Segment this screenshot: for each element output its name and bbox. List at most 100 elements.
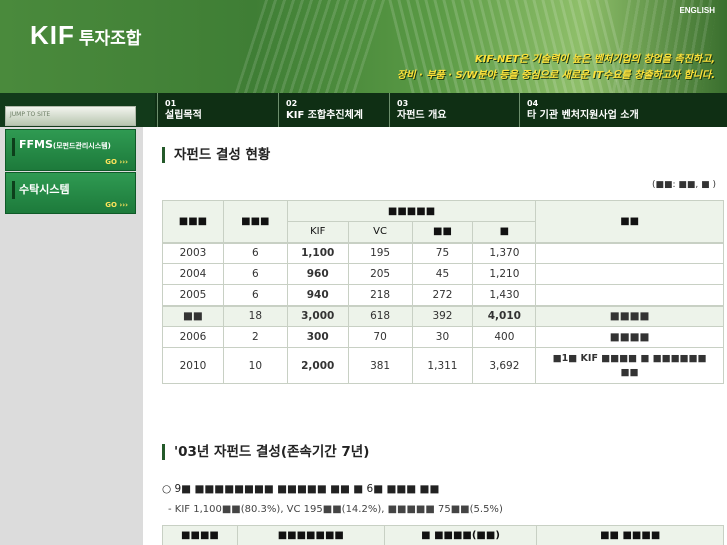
cell-vc: 70 (347, 326, 413, 348)
table-row: 2006 2 300 70 30 400 ■■■■ (162, 326, 724, 348)
fund-status-table: ■■■ ■■■ ■■■■■ ■■ KIF VC ■■ ■ 2003 6 1,10… (162, 200, 724, 384)
table-row: 2004 6 960 205 45 1,210 (162, 263, 724, 285)
cell-col4: 4,010 (472, 304, 537, 327)
nav-label: 설립목적 (165, 110, 202, 121)
cell-kif: 940 (286, 284, 349, 306)
go-arrow: GO ››› (105, 201, 128, 209)
cell-col4: 1,210 (472, 263, 537, 285)
fund-2003-table: ■■■■ ■■■■■■■ ■ ■■■■(■■) ■■ ■■■■ (162, 525, 724, 545)
header-count: ■■■ (222, 200, 288, 243)
cell-note: ■■■■ (535, 326, 724, 348)
cell-col3: 1,311 (411, 347, 474, 384)
cell-count: 2 (222, 326, 288, 348)
cell-kif: 2,000 (286, 347, 349, 384)
cell-col3: 272 (411, 284, 474, 306)
cell-col4: 3,692 (472, 347, 537, 384)
header-col4: ■ (472, 221, 537, 243)
header-note: ■■ (535, 200, 724, 243)
button-accent (12, 181, 15, 199)
site-logo[interactable]: KIF 투자조합 (30, 20, 141, 51)
cell-vc: 195 (347, 241, 413, 264)
trust-system-title: 수탁시스템 (19, 183, 70, 196)
top-banner: KIF 투자조합 ENGLISH KIF-NET은 기술력이 높은 벤처기업의 창… (0, 0, 727, 93)
cell-note: ■1■ KIF ■■■■ ■ ■■■■■■ ■■ (535, 347, 724, 384)
slogan-line-1: KIF-NET은 기술력이 높은 벤처기업의 창업을 촉진하고, (475, 54, 715, 65)
cell-col3: 392 (411, 304, 474, 327)
button-accent (12, 138, 15, 156)
nav-item-structure[interactable]: 02 KIF 조합추진체계 (278, 93, 389, 127)
section-title-status: 자펀드 결성 현황 (162, 147, 270, 163)
header-kif: KIF (286, 221, 349, 243)
cell-count: 6 (222, 284, 288, 306)
header-col-2: ■■■■■■■ (236, 525, 385, 545)
nav-item-purpose[interactable]: 01 설립목적 (157, 93, 278, 127)
logo-mark: KIF (30, 20, 75, 50)
cell-kif: 1,100 (286, 241, 349, 264)
cell-kif: 300 (286, 326, 349, 348)
cell-col4: 1,430 (472, 284, 537, 306)
cell-note (535, 284, 724, 306)
header-year: ■■■ (162, 200, 224, 243)
ffms-subtitle: (모펀드관리시스템) (52, 142, 111, 150)
paragraph-breakdown: - KIF 1,100■■(80.3%), VC 195■■(14.2%), ■… (168, 504, 503, 515)
table-row-total: ■■ 18 3,000 618 392 4,010 ■■■■ (162, 304, 724, 327)
cell-vc: 218 (347, 284, 413, 306)
nav-item-other-programs[interactable]: 04 타 기관 벤처지원사업 소개 (519, 93, 727, 127)
cell-count: 6 (222, 241, 288, 264)
unit-note: (■■: ■■, ■ ) (651, 180, 716, 190)
cell-col4: 400 (472, 326, 537, 348)
cell-count: 10 (222, 347, 288, 384)
paragraph-summary: ○ 9■ ■■■■■■■■ ■■■■■ ■■ ■ 6■ ■■■ ■■ (162, 483, 440, 495)
table-row: 2003 6 1,100 195 75 1,370 (162, 241, 724, 264)
cell-col3: 75 (411, 241, 474, 264)
ffms-button[interactable]: FFMS(모펀드관리시스템) GO ››› (5, 129, 136, 171)
cell-note (535, 241, 724, 264)
slogan: KIF-NET은 기술력이 높은 벤처기업의 창업을 촉진하고, 장비 · 부품… (397, 52, 715, 84)
nav-label: 자펀드 개요 (397, 110, 447, 121)
building-graphic (234, 0, 386, 93)
cell-year: 2006 (162, 326, 224, 348)
nav-item-fund-overview[interactable]: 03 자펀드 개요 (389, 93, 519, 127)
ffms-title: FFMS(모펀드관리시스템) (19, 138, 111, 151)
cell-col3: 30 (411, 326, 474, 348)
header-vc: VC (347, 221, 413, 243)
cell-count: 6 (222, 263, 288, 285)
cell-note (535, 263, 724, 285)
header-col-1: ■■■■ (162, 525, 238, 545)
header-group: ■■■■■ (286, 200, 537, 222)
cell-year: 2004 (162, 263, 224, 285)
slogan-line-2: 장비 · 부품 · S/W분야 등을 중심으로 새로운 IT수요를 창출하고자 … (397, 70, 715, 81)
header-col-3: ■ ■■■■(■■) (383, 525, 538, 545)
nav-label: 타 기관 벤처지원사업 소개 (527, 110, 639, 121)
section-title-2003: '03년 자펀드 결성(존속기간 7년) (162, 444, 369, 460)
cell-year: ■■ (162, 304, 224, 327)
cell-year: 2003 (162, 241, 224, 264)
sidebar: JUMP TO SITE FFMS(모펀드관리시스템) GO ››› 수탁시스템… (0, 106, 143, 545)
cell-vc: 618 (347, 304, 413, 327)
table-row: 2010 10 2,000 381 1,311 3,692 ■1■ KIF ■■… (162, 347, 724, 384)
nav-number: 02 (286, 99, 298, 108)
jump-to-site-label: JUMP TO SITE (5, 106, 136, 126)
table-row: 2005 6 940 218 272 1,430 (162, 284, 724, 306)
cell-col3: 45 (411, 263, 474, 285)
nav-number: 01 (165, 99, 177, 108)
cell-note: ■■■■ (535, 304, 724, 327)
trust-system-button[interactable]: 수탁시스템 GO ››› (5, 172, 136, 214)
cell-year: 2010 (162, 347, 224, 384)
english-link[interactable]: ENGLISH (679, 6, 715, 15)
logo-text: 투자조합 (78, 29, 142, 48)
ffms-title-text: FFMS (19, 138, 53, 151)
header-col3: ■■ (411, 221, 474, 243)
cell-kif: 960 (286, 263, 349, 285)
nav-number: 03 (397, 99, 409, 108)
header-col-4: ■■ ■■■■ (536, 525, 724, 545)
cell-vc: 205 (347, 263, 413, 285)
cell-col4: 1,370 (472, 241, 537, 264)
nav-label: KIF 조합추진체계 (286, 110, 363, 121)
cell-count: 18 (222, 304, 288, 327)
nav-number: 04 (527, 99, 539, 108)
cell-vc: 381 (347, 347, 413, 384)
cell-kif: 3,000 (286, 304, 349, 327)
cell-year: 2005 (162, 284, 224, 306)
go-arrow: GO ››› (105, 158, 128, 166)
